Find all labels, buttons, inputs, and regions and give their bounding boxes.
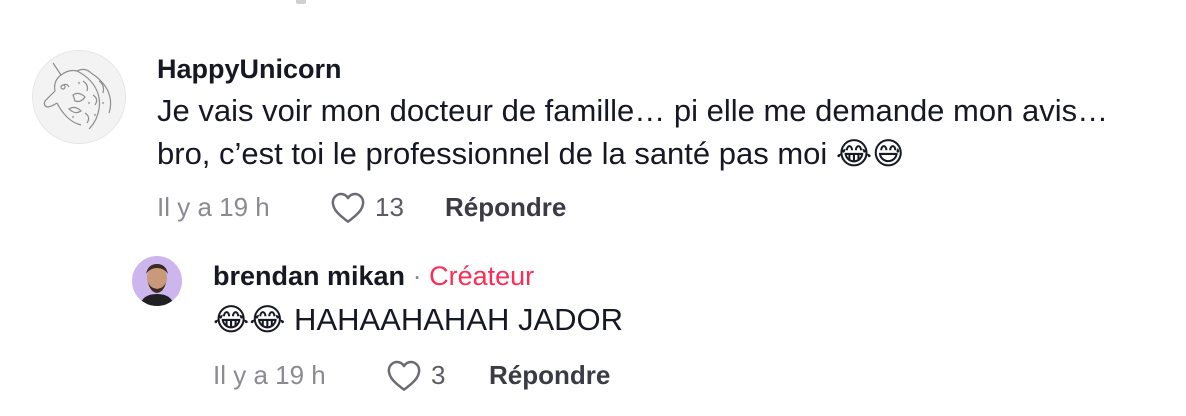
unicorn-avatar-image xyxy=(33,51,125,143)
reply-timestamp: Il y a 19 h xyxy=(213,359,326,390)
comment-text-line: bro, c’est toi le professionnel de la sa… xyxy=(157,136,905,171)
comment-username[interactable]: HappyUnicorn xyxy=(157,54,342,85)
reply-text: 😂😂 HAHAAHAHAH JADOR xyxy=(213,302,624,337)
previous-item-edge xyxy=(296,0,306,4)
reply-button[interactable]: Répondre xyxy=(489,360,610,391)
reply-button[interactable]: Répondre xyxy=(445,192,566,223)
heart-outline-icon[interactable] xyxy=(385,358,423,392)
reply-username-text[interactable]: brendan mikan xyxy=(213,261,405,291)
like-button[interactable]: 13 xyxy=(329,190,445,224)
avatar[interactable] xyxy=(32,50,126,144)
reply-meta: Il y a 19 h 3 Répondre xyxy=(213,358,610,392)
like-count: 13 xyxy=(375,191,404,222)
comment-text-line: Je vais voir mon docteur de famille… pi … xyxy=(157,93,1109,128)
comment-meta: Il y a 19 h 13 Répondre xyxy=(157,190,566,224)
avatar[interactable] xyxy=(132,256,182,306)
like-button[interactable]: 3 xyxy=(385,358,489,392)
comment-timestamp: Il y a 19 h xyxy=(157,191,270,222)
separator-dot: · xyxy=(412,261,422,291)
creator-badge: Créateur xyxy=(429,261,535,291)
reply-username: brendan mikan · Créateur xyxy=(213,261,534,292)
like-count: 3 xyxy=(431,359,446,390)
creator-avatar-image xyxy=(132,256,182,306)
heart-outline-icon[interactable] xyxy=(329,190,367,224)
